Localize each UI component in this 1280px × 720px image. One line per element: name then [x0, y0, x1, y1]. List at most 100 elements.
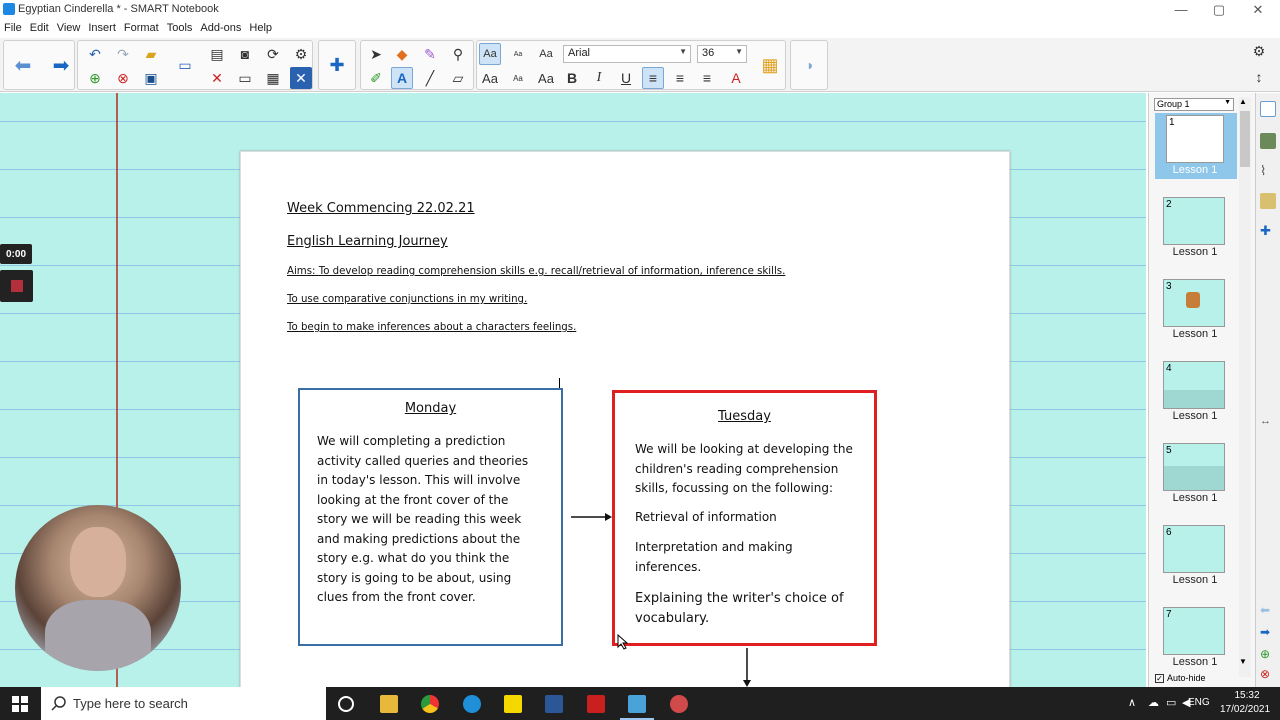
- fill-icon[interactable]: ⚲: [447, 43, 469, 65]
- chrome-icon[interactable]: [421, 695, 439, 713]
- font-size-select[interactable]: 36 ▼: [697, 45, 747, 63]
- paste-icon[interactable]: ▤: [206, 43, 228, 65]
- table-icon[interactable]: ▦: [262, 67, 284, 89]
- page-sorter-tab-icon[interactable]: [1260, 101, 1276, 117]
- shapes-icon[interactable]: ◆: [391, 43, 413, 65]
- close-button[interactable]: ✕: [1248, 2, 1268, 18]
- autohide-checkbox[interactable]: ✓: [1155, 674, 1164, 683]
- smart-notebook-taskbar-icon[interactable]: [628, 695, 646, 713]
- undo-icon[interactable]: ↶: [84, 43, 106, 65]
- menu-insert[interactable]: Insert: [84, 20, 120, 34]
- stop-recording-button[interactable]: [0, 270, 33, 302]
- previous-page-icon[interactable]: ⬅: [1260, 603, 1276, 619]
- font-family-select[interactable]: Arial ▼: [563, 45, 691, 63]
- display-screen-icon[interactable]: ▭: [174, 54, 196, 76]
- select-pointer-icon[interactable]: ➤: [365, 43, 387, 65]
- maximize-button[interactable]: ▢: [1209, 2, 1229, 18]
- add-page-icon[interactable]: ⊕: [1260, 647, 1276, 663]
- line-icon[interactable]: ╱: [419, 67, 441, 89]
- recorder-app-icon[interactable]: [670, 695, 688, 713]
- properties-icon[interactable]: ◑: [798, 54, 820, 76]
- file-explorer-icon[interactable]: [380, 695, 398, 713]
- scroll-down-icon[interactable]: ▼: [1239, 657, 1247, 666]
- aims-text[interactable]: Aims: To develop reading comprehension s…: [287, 266, 785, 277]
- page-thumbnail-2[interactable]: 2: [1163, 197, 1225, 245]
- addons-tab-icon[interactable]: ✚: [1260, 223, 1276, 239]
- minimize-button[interactable]: —: [1171, 2, 1191, 17]
- gallery-tab-icon[interactable]: [1260, 133, 1276, 149]
- network-icon[interactable]: ▭: [1166, 696, 1176, 709]
- italic-button[interactable]: I: [588, 67, 610, 89]
- menu-help[interactable]: Help: [245, 20, 276, 34]
- word-icon[interactable]: [545, 695, 563, 713]
- conjunctions-aim-text[interactable]: To use comparative conjunctions in my wr…: [287, 294, 527, 305]
- edge-icon[interactable]: [463, 695, 481, 713]
- align-center-icon[interactable]: ≡: [669, 67, 691, 89]
- bold-button[interactable]: B: [561, 67, 583, 89]
- align-left-icon[interactable]: ≡: [642, 67, 664, 89]
- sticky-notes-icon[interactable]: [504, 695, 522, 713]
- clock-date[interactable]: 17/02/2021: [1220, 704, 1270, 715]
- menu-addons[interactable]: Add-ons: [196, 20, 245, 34]
- document-camera-icon[interactable]: ⚙: [290, 43, 312, 65]
- delete-icon[interactable]: ✕: [206, 67, 228, 89]
- text-style-medium-button[interactable]: Aa: [535, 43, 557, 65]
- menu-file[interactable]: File: [0, 20, 26, 34]
- delete-page-icon[interactable]: ⊗: [112, 67, 134, 89]
- menu-view[interactable]: View: [53, 20, 85, 34]
- menu-format[interactable]: Format: [120, 20, 163, 34]
- text-size-medium-button[interactable]: Aa: [535, 67, 557, 89]
- inferences-aim-text[interactable]: To begin to make inferences about a char…: [287, 322, 576, 333]
- monday-box[interactable]: Monday We will completing a prediction a…: [298, 388, 563, 646]
- screen-shade-icon[interactable]: ⟳: [262, 43, 284, 65]
- taskbar-search-box[interactable]: Type here to search: [41, 687, 326, 720]
- redo-icon[interactable]: ↷: [112, 43, 134, 65]
- page-thumbnail-1[interactable]: 1: [1166, 115, 1224, 163]
- full-screen-icon[interactable]: ▭: [234, 67, 256, 89]
- resize-arrows-icon[interactable]: ↔: [1260, 415, 1276, 431]
- clock-time[interactable]: 15:32: [1234, 690, 1260, 701]
- add-page-icon[interactable]: ⊕: [84, 67, 106, 89]
- next-page-icon[interactable]: ➡: [50, 54, 72, 77]
- menu-edit[interactable]: Edit: [26, 20, 53, 34]
- windows-start-icon[interactable]: [12, 696, 28, 712]
- scroll-up-icon[interactable]: ▲: [1239, 97, 1247, 106]
- tuesday-box[interactable]: Tuesday We will be looking at developing…: [612, 390, 877, 646]
- cloud-icon[interactable]: ☁: [1148, 696, 1159, 709]
- next-page-icon[interactable]: ➡: [1260, 625, 1276, 641]
- delete-page-icon[interactable]: ⊗: [1260, 667, 1276, 683]
- page-thumbnail-6[interactable]: 6: [1163, 525, 1225, 573]
- magic-pen-icon[interactable]: ✎: [419, 43, 441, 65]
- acrobat-icon[interactable]: [587, 695, 605, 713]
- save-icon[interactable]: ▣: [140, 67, 162, 89]
- text-effects-icon[interactable]: A: [725, 67, 747, 89]
- page-thumbnail-3[interactable]: 3: [1163, 279, 1225, 327]
- align-right-icon[interactable]: ≡: [696, 67, 718, 89]
- previous-page-icon[interactable]: ⬅: [12, 54, 34, 77]
- scroll-thumb[interactable]: [1240, 111, 1250, 167]
- text-size-large-button[interactable]: Aa: [479, 67, 501, 89]
- open-file-icon[interactable]: ▰: [140, 43, 162, 65]
- cortana-icon[interactable]: [338, 696, 354, 712]
- language-indicator[interactable]: ENG: [1188, 697, 1210, 708]
- page-thumbnail-7[interactable]: 7: [1163, 607, 1225, 655]
- underline-button[interactable]: U: [615, 67, 637, 89]
- page-thumbnail-5[interactable]: 5: [1163, 443, 1225, 491]
- menu-tools[interactable]: Tools: [163, 20, 197, 34]
- tray-chevron-up-icon[interactable]: ∧: [1128, 696, 1136, 709]
- group-select[interactable]: Group 1 ▼: [1154, 98, 1234, 111]
- text-size-small-button[interactable]: Aa: [507, 67, 529, 89]
- learning-journey-heading[interactable]: English Learning Journey: [287, 234, 448, 249]
- eraser-icon[interactable]: ▱: [447, 67, 469, 89]
- gear-icon[interactable]: ⚙: [1248, 40, 1270, 62]
- attachments-tab-icon[interactable]: ⌇: [1260, 163, 1276, 179]
- screen-capture-icon[interactable]: ◙: [234, 43, 256, 65]
- puzzle-icon[interactable]: ✚: [326, 54, 348, 76]
- clear-icon[interactable]: ✕: [290, 67, 312, 89]
- page-thumbnail-4[interactable]: 4: [1163, 361, 1225, 409]
- text-style-small-button[interactable]: Aa: [507, 43, 529, 65]
- sidebar-scrollbar[interactable]: ▲ ▼: [1239, 97, 1251, 677]
- lesson-page[interactable]: Week Commencing 22.02.21 English Learnin…: [240, 151, 1010, 687]
- toolbar-position-icon[interactable]: ↕: [1248, 66, 1270, 88]
- pens-icon[interactable]: ✐: [365, 67, 387, 89]
